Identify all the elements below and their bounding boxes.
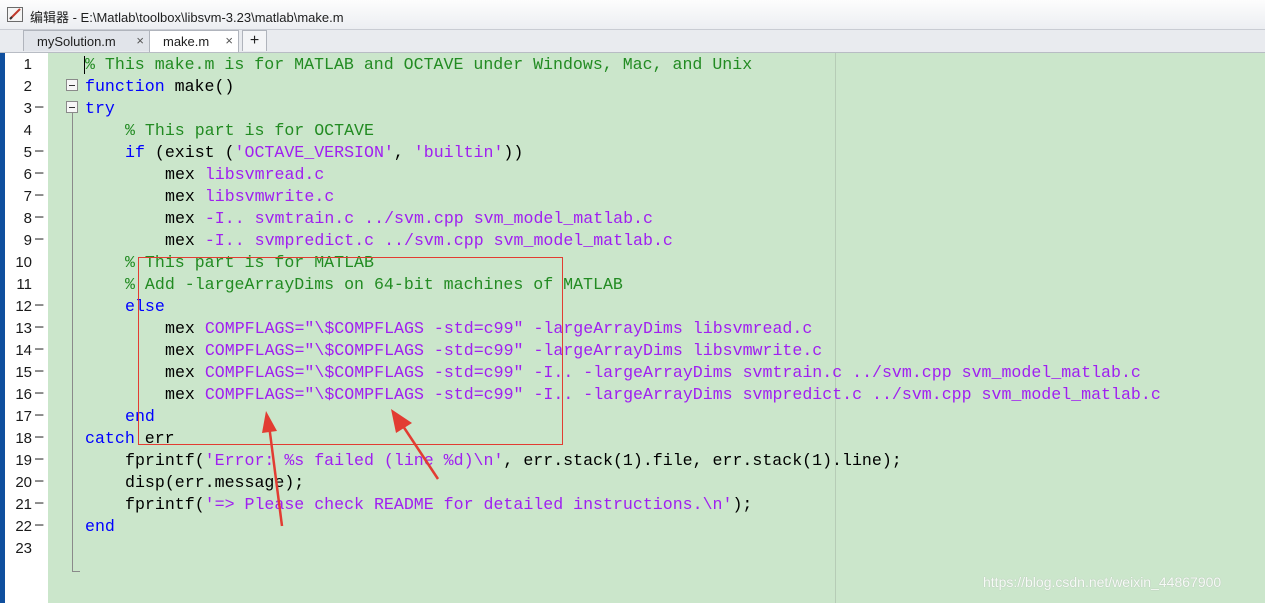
close-icon[interactable]: × bbox=[136, 33, 144, 48]
tab-mysolution[interactable]: mySolution.m × bbox=[23, 30, 150, 51]
arrow-annotation-right bbox=[391, 409, 440, 480]
editor-tabbar: mySolution.m × make.m × + bbox=[0, 30, 1265, 53]
tab-label: make.m bbox=[163, 34, 210, 49]
code-editor[interactable]: 1 % This make.m is for MATLAB and OCTAVE… bbox=[0, 53, 1265, 603]
close-icon[interactable]: × bbox=[225, 33, 233, 48]
watermark: https://blog.csdn.net/weixin_44867900 bbox=[983, 574, 1222, 590]
annotation-arrows bbox=[262, 409, 440, 527]
tab-make[interactable]: make.m × bbox=[149, 30, 239, 52]
editor-icon bbox=[7, 7, 23, 22]
window-titlebar: 编辑器 - E:\Matlab\toolbox\libsvm-3.23\matl… bbox=[0, 0, 1265, 30]
window-title: 编辑器 - E:\Matlab\toolbox\libsvm-3.23\matl… bbox=[30, 10, 344, 25]
arrow-annotation-left bbox=[262, 411, 284, 527]
new-tab-button[interactable]: + bbox=[242, 30, 267, 51]
tab-label: mySolution.m bbox=[37, 34, 116, 49]
